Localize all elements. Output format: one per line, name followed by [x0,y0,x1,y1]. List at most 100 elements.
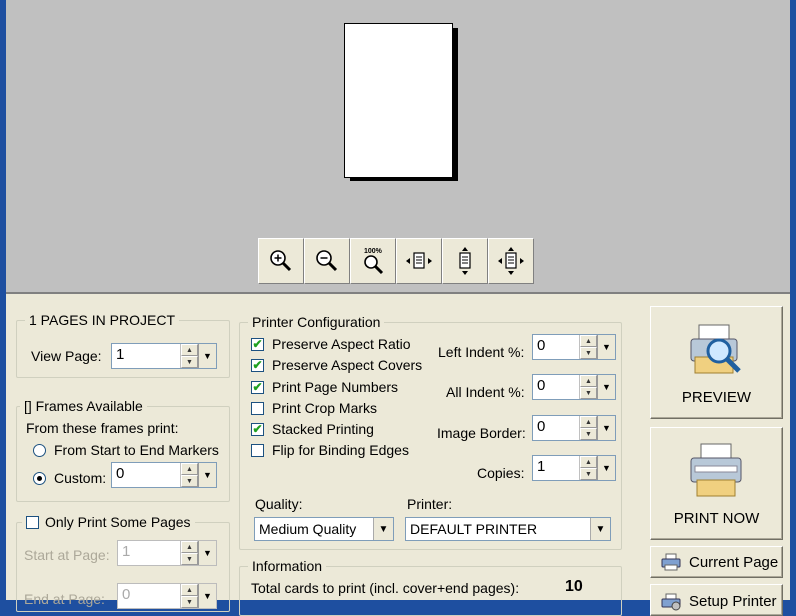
up-arrow-icon[interactable]: ▲ [580,416,597,428]
zoom-100-button[interactable]: 100% [350,238,396,284]
setup-printer-button[interactable]: Setup Printer [650,584,783,616]
preview-page [344,23,453,178]
option-preserve-aspect-covers[interactable]: ✔ Preserve Aspect Covers [251,357,422,373]
print-now-button[interactable]: PRINT NOW [650,427,783,540]
down-arrow-icon[interactable]: ▼ [181,553,198,565]
all-indent-label: All Indent %: [446,384,525,400]
up-arrow-icon[interactable]: ▲ [181,463,198,475]
preview-button[interactable]: PREVIEW [650,306,783,419]
checkbox-print-crop-marks[interactable] [251,401,264,415]
view-page-spinner[interactable]: 1 ▲ ▼ ▼ [111,343,217,369]
current-page-button[interactable]: Current Page [650,546,783,578]
information-group: Information Total cards to print (incl. … [239,558,622,616]
only-print-group: Only Print Some Pages Start at Page: 1 ▲… [16,514,230,612]
image-border-value[interactable]: 0 [533,416,579,440]
label-preserve-aspect-ratio: Preserve Aspect Ratio [272,336,411,352]
copies-value[interactable]: 1 [533,456,579,480]
down-arrow-icon[interactable]: ▼ [580,428,597,440]
total-cards-value: 10 [565,578,583,595]
option-stacked-printing[interactable]: ✔ Stacked Printing [251,421,374,437]
chevron-down-icon[interactable]: ▼ [373,518,393,540]
printer-config-title: Printer Configuration [248,314,385,330]
total-cards-label: Total cards to print (incl. cover+end pa… [251,580,520,596]
dropdown-arrow-icon[interactable]: ▼ [198,584,216,608]
image-border-arrows[interactable]: ▲ ▼ [579,416,597,440]
down-arrow-icon[interactable]: ▼ [181,356,198,368]
dropdown-arrow-icon[interactable]: ▼ [597,456,615,480]
checkbox-preserve-aspect-covers[interactable]: ✔ [251,358,264,372]
dropdown-arrow-icon[interactable]: ▼ [198,463,216,487]
zoom-in-button[interactable] [258,238,304,284]
start-page-arrows[interactable]: ▲ ▼ [180,541,198,565]
copies-arrows[interactable]: ▲ ▼ [579,456,597,480]
copies-label: Copies: [477,465,525,481]
chevron-down-icon[interactable]: ▼ [590,518,610,540]
down-arrow-icon[interactable]: ▼ [580,347,597,359]
down-arrow-icon[interactable]: ▼ [181,475,198,487]
start-page-spinner[interactable]: 1 ▲ ▼ ▼ [117,540,217,566]
custom-frames-arrows[interactable]: ▲ ▼ [180,463,198,487]
fit-page-icon [498,247,524,275]
option-flip-binding[interactable]: Flip for Binding Edges [251,442,409,458]
left-indent-spinner[interactable]: 0 ▲ ▼ ▼ [532,334,616,360]
setup-printer-icon [661,593,681,611]
checkbox-print-page-numbers[interactable]: ✔ [251,380,264,394]
preview-printer-icon [690,324,741,374]
up-arrow-icon[interactable]: ▲ [580,375,597,387]
custom-frames-value[interactable]: 0 [112,463,180,487]
end-page-arrows[interactable]: ▲ ▼ [180,584,198,608]
all-indent-arrows[interactable]: ▲ ▼ [579,375,597,399]
quality-value[interactable]: Medium Quality [255,518,373,540]
fit-width-button[interactable] [396,238,442,284]
only-print-box[interactable] [26,515,39,529]
dropdown-arrow-icon[interactable]: ▼ [597,375,615,399]
printer-value[interactable]: DEFAULT PRINTER [406,518,590,540]
view-page-arrows[interactable]: ▲ ▼ [180,344,198,368]
radio-circle-selected[interactable] [33,471,46,485]
fit-height-button[interactable] [442,238,488,284]
option-preserve-aspect-ratio[interactable]: ✔ Preserve Aspect Ratio [251,336,411,352]
radio-start-end[interactable]: From Start to End Markers [33,442,219,458]
down-arrow-icon[interactable]: ▼ [580,387,597,399]
view-page-value[interactable]: 1 [112,344,180,368]
only-print-checkbox[interactable]: Only Print Some Pages [22,514,195,530]
checkbox-stacked-printing[interactable]: ✔ [251,422,264,436]
up-arrow-icon[interactable]: ▲ [580,335,597,347]
custom-frames-spinner[interactable]: 0 ▲ ▼ ▼ [111,462,217,488]
down-arrow-icon[interactable]: ▼ [181,596,198,608]
left-indent-arrows[interactable]: ▲ ▼ [579,335,597,359]
end-page-spinner[interactable]: 0 ▲ ▼ ▼ [117,583,217,609]
image-border-spinner[interactable]: 0 ▲ ▼ ▼ [532,415,616,441]
radio-circle[interactable] [33,443,46,457]
left-indent-value[interactable]: 0 [533,335,579,359]
print-preview-area: 100% [6,0,790,294]
dropdown-arrow-icon[interactable]: ▼ [198,344,216,368]
option-print-crop-marks[interactable]: Print Crop Marks [251,400,377,416]
fit-page-button[interactable] [488,238,534,284]
checkbox-preserve-aspect-ratio[interactable]: ✔ [251,337,264,351]
radio-custom[interactable]: Custom: [33,470,106,486]
all-indent-value[interactable]: 0 [533,375,579,399]
dropdown-arrow-icon[interactable]: ▼ [198,541,216,565]
printer-select[interactable]: DEFAULT PRINTER ▼ [405,517,611,541]
up-arrow-icon[interactable]: ▲ [181,541,198,553]
checkbox-flip-binding[interactable] [251,443,264,457]
option-print-page-numbers[interactable]: ✔ Print Page Numbers [251,379,398,395]
label-print-crop-marks: Print Crop Marks [272,400,378,416]
all-indent-spinner[interactable]: 0 ▲ ▼ ▼ [532,374,616,400]
dropdown-arrow-icon[interactable]: ▼ [597,416,615,440]
information-title: Information [248,558,327,574]
preview-label: PREVIEW [681,389,752,406]
up-arrow-icon[interactable]: ▲ [580,456,597,468]
copies-spinner[interactable]: 1 ▲ ▼ ▼ [532,455,616,481]
start-page-value[interactable]: 1 [118,541,180,565]
label-preserve-aspect-covers: Preserve Aspect Covers [272,357,423,373]
up-arrow-icon[interactable]: ▲ [181,584,198,596]
end-page-value[interactable]: 0 [118,584,180,608]
zoom-out-button[interactable] [304,238,350,284]
dropdown-arrow-icon[interactable]: ▼ [597,335,615,359]
quality-select[interactable]: Medium Quality ▼ [254,517,394,541]
zoom-out-icon [316,250,338,272]
up-arrow-icon[interactable]: ▲ [181,344,198,356]
down-arrow-icon[interactable]: ▼ [580,468,597,480]
